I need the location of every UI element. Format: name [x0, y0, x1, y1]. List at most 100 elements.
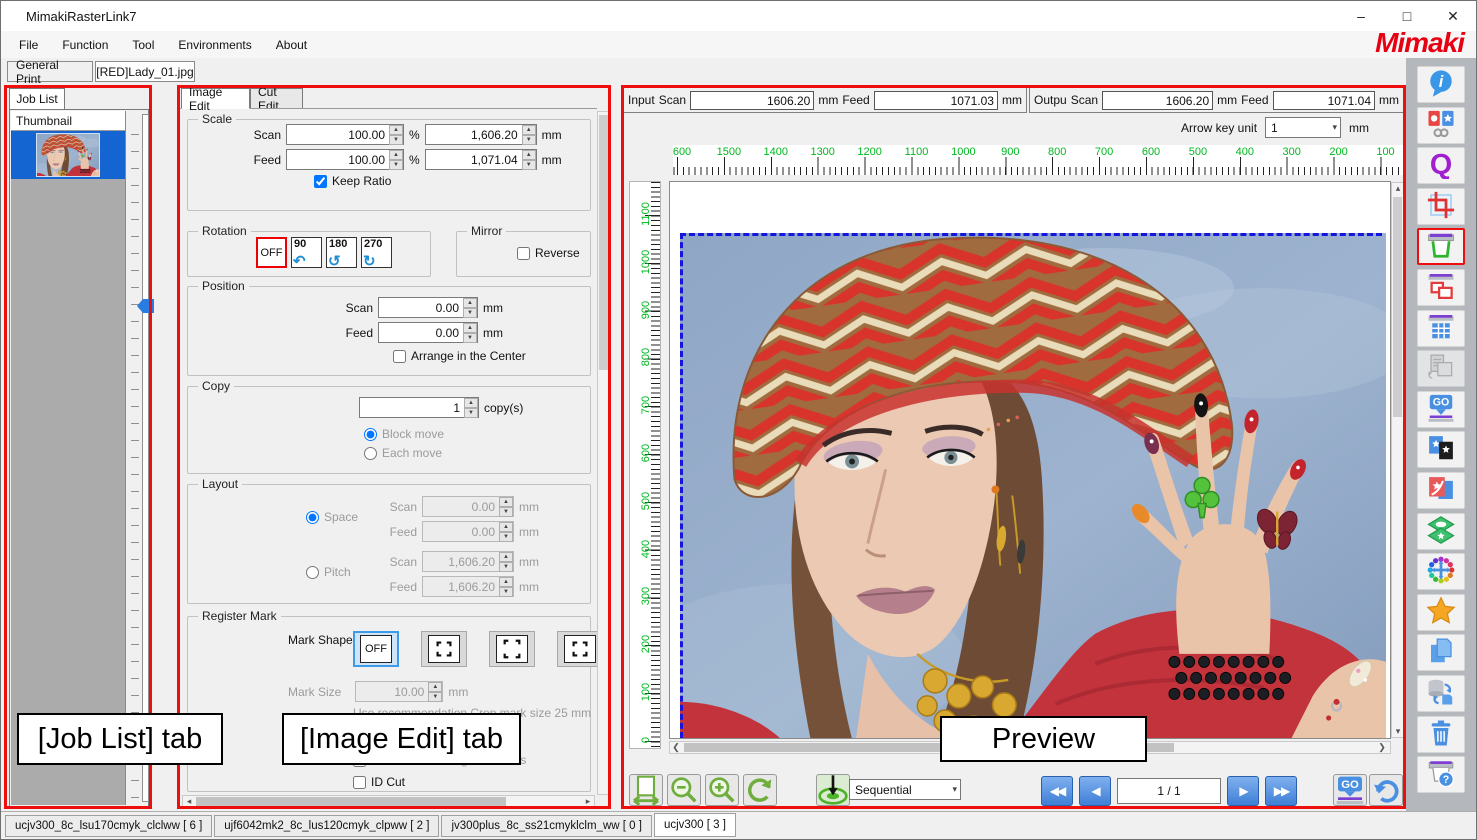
preview-image[interactable]	[680, 233, 1386, 739]
pitch-input[interactable]	[306, 566, 319, 579]
printer-tab-2[interactable]: jv300plus_8c_ss21cmyklclm_ww [ 0 ]	[441, 815, 651, 837]
quality-button[interactable]: Q	[1417, 147, 1465, 184]
arrow-key-unit-select[interactable]: 1 ▾	[1265, 117, 1341, 138]
keep-ratio-input[interactable]	[314, 175, 327, 188]
spin-up-icon[interactable]: ▲	[522, 150, 536, 160]
composition-button[interactable]	[1417, 431, 1465, 468]
spin-down-icon[interactable]: ▼	[389, 160, 403, 170]
reverse-checkbox[interactable]: Reverse	[517, 246, 580, 260]
space-input[interactable]	[306, 511, 319, 524]
input-scan-field[interactable]: 1606.20	[690, 91, 814, 110]
crop-button[interactable]	[1417, 188, 1465, 225]
copy-count-field[interactable]: 1▲▼	[359, 397, 479, 418]
job-info-button[interactable]: i	[1417, 66, 1465, 103]
spin-down-icon[interactable]: ▼	[389, 135, 403, 145]
spin-down-icon[interactable]: ▼	[464, 408, 478, 418]
id-cut-input[interactable]	[353, 776, 366, 789]
input-feed-field[interactable]: 1071.03	[874, 91, 998, 110]
position-feed-field[interactable]: 0.00▲▼	[378, 322, 478, 343]
pitch-scan-field[interactable]: 1,606.20▲▼	[422, 551, 514, 572]
general-print-button[interactable]	[1417, 228, 1465, 265]
job-register-button[interactable]	[1417, 107, 1465, 144]
pitch-radio[interactable]: Pitch	[306, 565, 351, 579]
layer-button[interactable]	[1417, 513, 1465, 550]
print-order-select[interactable]: Sequential ▾	[849, 779, 961, 800]
spin-down-icon[interactable]: ▼	[428, 692, 442, 702]
spin-up-icon[interactable]: ▲	[464, 398, 478, 408]
keep-ratio-checkbox[interactable]: Keep Ratio	[314, 174, 391, 188]
go-print-button[interactable]: GO	[1333, 774, 1367, 806]
each-move-radio[interactable]: Each move	[364, 446, 442, 460]
spin-down-icon[interactable]: ▼	[522, 135, 536, 145]
zoom-out-button[interactable]	[667, 774, 701, 806]
menu-item-file[interactable]: File	[7, 33, 50, 57]
color-adjust-button[interactable]	[1417, 553, 1465, 590]
spin-up-icon[interactable]: ▲	[389, 150, 403, 160]
first-page-button[interactable]: ◀◀	[1041, 776, 1073, 806]
spin-up-icon[interactable]: ▲	[499, 522, 513, 532]
spin-up-icon[interactable]: ▲	[463, 298, 477, 308]
scale-feed-mm-field[interactable]: 1,071.04▲▼	[425, 149, 537, 170]
favorite-button[interactable]	[1417, 594, 1465, 631]
next-page-button[interactable]: ▶	[1227, 776, 1259, 806]
reverse-input[interactable]	[517, 247, 530, 260]
hscroll-left-icon[interactable]: ◂	[183, 796, 195, 807]
rotation-off-button[interactable]: OFF	[256, 237, 287, 268]
mark-shape-off-button[interactable]: OFF	[353, 631, 399, 667]
tab-cut-edit[interactable]: Cut Edit	[250, 88, 303, 109]
block-move-input[interactable]	[364, 428, 377, 441]
refresh-preview-button[interactable]	[743, 774, 777, 806]
spin-down-icon[interactable]: ▼	[463, 333, 477, 343]
delete-button[interactable]	[1417, 716, 1465, 753]
fit-width-button[interactable]	[629, 774, 663, 806]
printer-status-button[interactable]: ?	[1417, 756, 1465, 793]
spin-down-icon[interactable]: ▼	[499, 532, 513, 542]
canvas-vscroll-thumb[interactable]	[1393, 197, 1402, 417]
special-plate-button[interactable]	[1417, 472, 1465, 509]
scale-scan-mm-field[interactable]: 1,606.20▲▼	[425, 124, 537, 145]
canvas-vscrollbar[interactable]: ▴ ▾	[1391, 182, 1404, 738]
thumbnail-column-header[interactable]: Thumbnail	[11, 111, 125, 131]
spin-up-icon[interactable]: ▲	[522, 125, 536, 135]
print-origin-button[interactable]	[816, 774, 850, 806]
tab-image-edit[interactable]: Image Edit	[181, 88, 250, 109]
thumbnail-size-slider-track[interactable]	[142, 114, 149, 802]
rotation-270-button[interactable]: 270↻	[361, 237, 392, 268]
spin-down-icon[interactable]: ▼	[463, 308, 477, 318]
prev-page-button[interactable]: ◀	[1079, 776, 1111, 806]
output-feed-field[interactable]: 1071.04	[1273, 91, 1375, 110]
space-radio[interactable]: Space	[306, 510, 358, 524]
thumbnail-size-slider-handle[interactable]	[137, 299, 154, 313]
mark-shape-type1-button[interactable]	[421, 631, 467, 667]
image-edit-vscroll-thumb[interactable]	[599, 115, 608, 370]
canvas-hscroll-right-icon[interactable]: ❯	[1376, 742, 1388, 753]
scale-feed-percent-field[interactable]: 100.00▲▼	[286, 149, 404, 170]
printer-tab-0[interactable]: ucjv300_8c_lsu170cmyk_clclww [ 6 ]	[5, 815, 212, 837]
image-edit-hscrollbar[interactable]: ◂ ▸	[182, 795, 595, 808]
arrange-button[interactable]	[1417, 269, 1465, 306]
menu-item-function[interactable]: Function	[50, 33, 120, 57]
arrange-center-input[interactable]	[393, 350, 406, 363]
position-scan-field[interactable]: 0.00▲▼	[378, 297, 478, 318]
id-cut-checkbox[interactable]: ID Cut	[353, 775, 405, 789]
tab-job-list[interactable]: Job List	[9, 88, 65, 109]
pitch-feed-field[interactable]: 1,606.20▲▼	[422, 576, 514, 597]
spin-down-icon[interactable]: ▼	[499, 507, 513, 517]
printer-tab-1[interactable]: ujf6042mk2_8c_lus120cmyk_clpww [ 2 ]	[214, 815, 439, 837]
menu-item-about[interactable]: About	[264, 33, 319, 57]
spin-up-icon[interactable]: ▲	[428, 682, 442, 692]
space-scan-field[interactable]: 0.00▲▼	[422, 496, 514, 517]
spin-down-icon[interactable]: ▼	[499, 587, 513, 597]
spin-up-icon[interactable]: ▲	[463, 323, 477, 333]
last-page-button[interactable]: ▶▶	[1265, 776, 1297, 806]
mark-size-field[interactable]: 10.00▲▼	[355, 681, 443, 702]
printer-tab-3[interactable]: ucjv300 [ 3 ]	[654, 813, 736, 837]
spin-up-icon[interactable]: ▲	[499, 577, 513, 587]
execution-button[interactable]: GO	[1417, 391, 1465, 428]
scale-scan-percent-field[interactable]: 100.00▲▼	[286, 124, 404, 145]
job-row-selected[interactable]	[11, 131, 125, 179]
space-feed-field[interactable]: 0.00▲▼	[422, 521, 514, 542]
spin-down-icon[interactable]: ▼	[522, 160, 536, 170]
each-move-input[interactable]	[364, 447, 377, 460]
canvas-hscroll-left-icon[interactable]: ❮	[670, 742, 682, 753]
